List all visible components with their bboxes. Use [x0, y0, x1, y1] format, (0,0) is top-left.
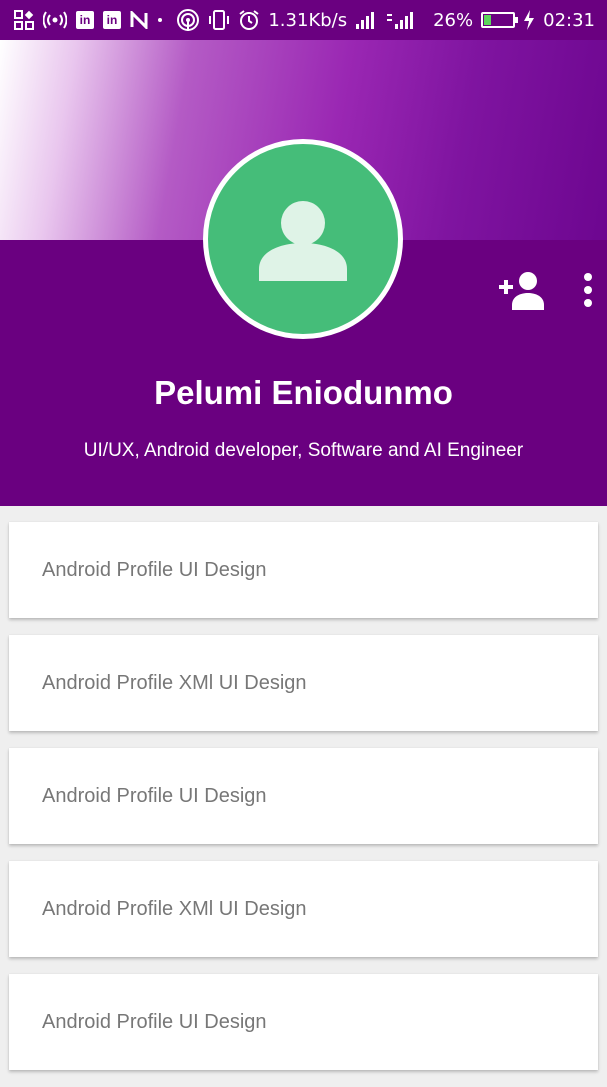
more-vert-icon[interactable] [583, 272, 593, 308]
dot-icon [157, 11, 163, 29]
list-item[interactable]: Android Profile UI Design [9, 748, 598, 844]
vibrate-icon [208, 9, 230, 31]
profile-name: Pelumi Eniodunmo [154, 374, 453, 411]
notification-grid-icon [14, 10, 34, 30]
signal-icon [355, 10, 377, 30]
alarm-icon [238, 9, 260, 31]
list-item-label: Android Profile UI Design [42, 1010, 267, 1033]
list-item[interactable]: Android Profile XMl UI Design [9, 635, 598, 731]
profile-tagline: UI/UX, Android developer, Software and A… [83, 440, 524, 461]
list-item-label: Android Profile UI Design [42, 784, 267, 807]
avatar[interactable] [203, 139, 403, 339]
n-app-icon [130, 11, 148, 29]
status-bar: in in 1.31Kb/s 26% 02:31 [0, 0, 607, 40]
list-item-label: Android Profile XMl UI Design [42, 897, 307, 920]
wifi-signal-icon [176, 8, 200, 32]
status-bar-right: 1.31Kb/s 26% 02:31 [176, 8, 595, 32]
battery-percent: 26% [433, 9, 474, 31]
list-item[interactable]: Android Profile UI Design [9, 974, 598, 1070]
battery-fill [484, 15, 492, 25]
header-actions [497, 270, 593, 310]
status-bar-left: in in [14, 10, 163, 30]
list-item[interactable]: Android Profile UI Design [9, 522, 598, 618]
profile-header: Pelumi Eniodunmo UI/UX, Android develope… [0, 40, 607, 506]
battery-icon [481, 12, 519, 28]
linkedin-icon: in [76, 11, 94, 29]
person-icon [259, 201, 347, 281]
linkedin-icon: in [103, 11, 121, 29]
person-add-icon[interactable] [497, 270, 547, 310]
clock: 02:31 [543, 9, 595, 31]
charging-icon [523, 10, 535, 30]
list-item-label: Android Profile UI Design [42, 558, 267, 581]
profile-list: Android Profile UI Design Android Profil… [9, 522, 598, 1087]
signal-icon [385, 10, 425, 30]
hotspot-icon [43, 11, 67, 29]
network-speed: 1.31Kb/s [268, 9, 348, 31]
list-item[interactable]: Android Profile XMl UI Design [9, 861, 598, 957]
list-item-label: Android Profile XMl UI Design [42, 671, 307, 694]
